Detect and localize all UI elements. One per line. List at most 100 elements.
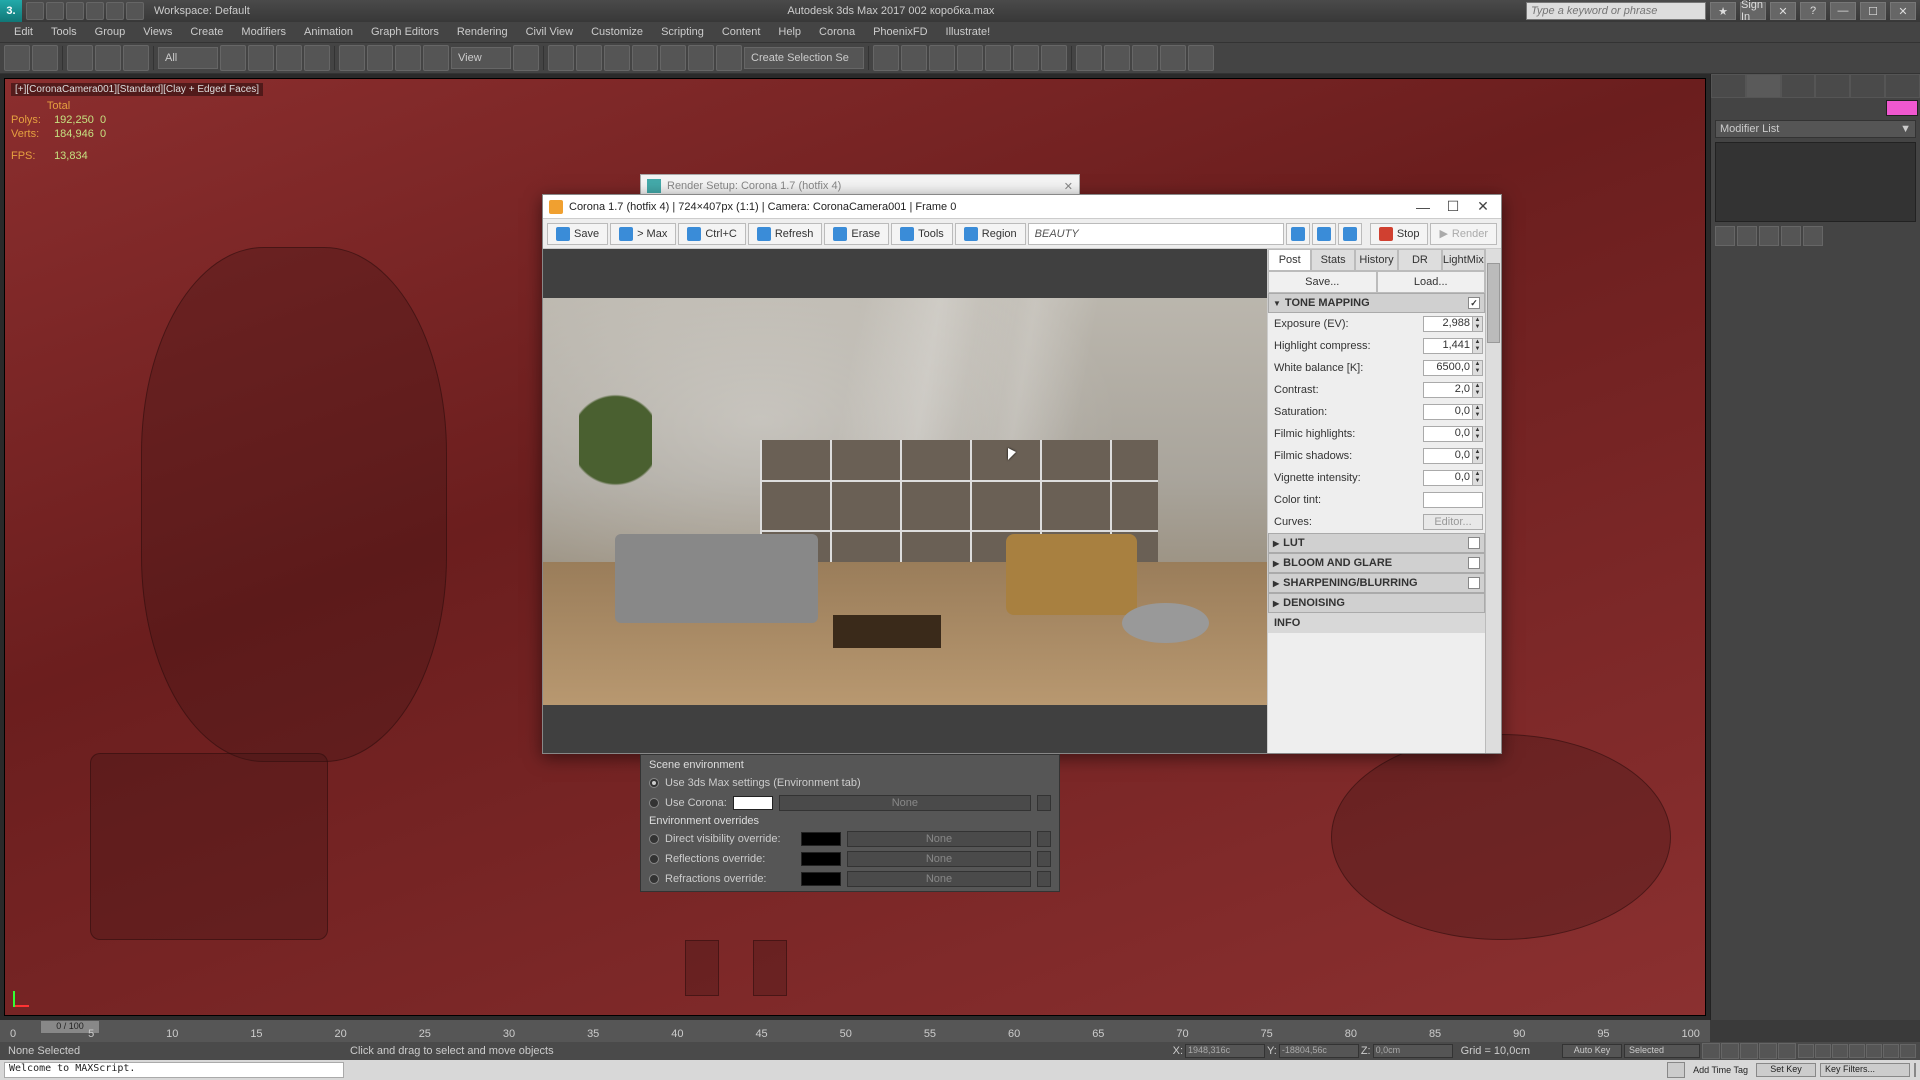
vfb-close-button[interactable]: ✕ [1471,198,1495,216]
menu-illustrate[interactable]: Illustrate! [938,24,999,40]
direct-vis-swatch[interactable] [801,832,841,846]
maxscript-listener[interactable]: Welcome to MAXScript. [4,1062,344,1078]
vfb-erase-button[interactable]: Erase [824,223,889,245]
direct-vis-dropdown[interactable] [1037,831,1051,847]
signin-button[interactable]: Sign In [1740,2,1766,20]
sharpening-checkbox[interactable] [1468,577,1480,589]
nav-pan-icon[interactable] [1798,1044,1814,1058]
next-frame-icon[interactable] [1759,1043,1777,1059]
vfb-titlebar[interactable]: Corona 1.7 (hotfix 4) | 724×407px (1:1) … [543,195,1501,219]
time-tag-icon[interactable] [1667,1062,1685,1078]
menu-create[interactable]: Create [182,24,231,40]
object-color-swatch[interactable] [1886,100,1918,116]
pivot-icon[interactable] [513,45,539,71]
hierarchy-tab[interactable] [1781,74,1816,98]
menu-corona[interactable]: Corona [811,24,863,40]
menu-content[interactable]: Content [714,24,769,40]
vfb-region-button[interactable]: Region [955,223,1026,245]
rotate-icon[interactable] [367,45,393,71]
nav-orbit-icon[interactable] [1883,1044,1899,1058]
undo-icon[interactable] [4,45,30,71]
create-tab[interactable] [1711,74,1746,98]
vfb-render-button[interactable]: ▶Render [1430,223,1497,245]
rendered-frame-icon[interactable] [1104,45,1130,71]
whitebalance-spinner[interactable]: 6500,0▲▼ [1423,360,1483,376]
menu-group[interactable]: Group [87,24,134,40]
select-rect-icon[interactable] [276,45,302,71]
pin-stack-icon[interactable] [1715,226,1735,246]
menu-phoenixfd[interactable]: PhoenixFD [865,24,935,40]
modifier-list-dropdown[interactable]: Modifier List▼ [1715,120,1916,138]
render-setup-icon[interactable] [1076,45,1102,71]
vfb-stop-button[interactable]: Stop [1370,223,1429,245]
refl-map[interactable]: None [847,851,1031,867]
move-icon[interactable] [339,45,365,71]
vfb-post-load-button[interactable]: Load... [1377,271,1486,293]
menu-civilview[interactable]: Civil View [518,24,581,40]
vfb-save-button[interactable]: Save [547,223,608,245]
spinner-snap-icon[interactable] [688,45,714,71]
close-button[interactable]: ✕ [1890,2,1916,20]
unlink-icon[interactable] [95,45,121,71]
menu-rendering[interactable]: Rendering [449,24,516,40]
refr-dropdown[interactable] [1037,871,1051,887]
corona-env-dropdown[interactable] [1037,795,1051,811]
menu-edit[interactable]: Edit [6,24,41,40]
menu-grapheditors[interactable]: Graph Editors [363,24,447,40]
redo-icon[interactable] [32,45,58,71]
nav-zoom-ext-icon[interactable] [1849,1044,1865,1058]
window-crossing-icon[interactable] [304,45,330,71]
corona-env-swatch[interactable] [733,796,773,810]
z-coord-field[interactable]: 0,0cm [1373,1044,1453,1058]
use-max-radio[interactable] [649,778,659,788]
tone-mapping-header[interactable]: ▼TONE MAPPING✓ [1268,293,1485,313]
bind-icon[interactable] [123,45,149,71]
prev-frame-icon[interactable] [1721,1043,1739,1059]
time-slider[interactable]: 0 / 100 05101520253035404550556065707580… [0,1020,1710,1042]
vfb-tab-history[interactable]: History [1355,249,1398,271]
keyfilters-button[interactable]: Key Filters... [1820,1063,1910,1077]
named-selection-dropdown[interactable]: Create Selection Se [744,47,864,69]
vfb-tab-post[interactable]: Post [1268,249,1311,271]
ribbon-icon[interactable] [957,45,983,71]
vfb-render-area[interactable] [543,249,1267,753]
workspace-dropdown[interactable]: Workspace: Default [148,5,256,17]
autokey-button[interactable]: Auto Key [1562,1044,1622,1058]
contrast-spinner[interactable]: 2,0▲▼ [1423,382,1483,398]
remove-modifier-icon[interactable] [1781,226,1801,246]
infocenter-icon[interactable]: ★ [1710,2,1736,20]
refr-check[interactable] [649,874,659,884]
corona-env-map[interactable]: None [779,795,1031,811]
qat-undo-icon[interactable] [86,2,104,20]
denoising-header[interactable]: ▶DENOISING [1268,593,1485,613]
vignette-spinner[interactable]: 0,0▲▼ [1423,470,1483,486]
a360-icon[interactable] [1188,45,1214,71]
refl-check[interactable] [649,854,659,864]
transform-type-icon[interactable] [1153,1043,1171,1059]
setkey-button[interactable]: Set Key [1756,1063,1816,1077]
help-icon[interactable]: ? [1800,2,1826,20]
goto-start-icon[interactable] [1702,1043,1720,1059]
menu-modifiers[interactable]: Modifiers [233,24,294,40]
show-end-result-icon[interactable] [1737,226,1757,246]
vfb-tab-lightmix[interactable]: LightMix [1442,249,1485,271]
scale-icon[interactable] [395,45,421,71]
snap-toggle-icon[interactable] [604,45,630,71]
render-cloud-icon[interactable] [1160,45,1186,71]
modifier-stack[interactable] [1715,142,1916,222]
vfb-scrollbar[interactable] [1485,249,1501,753]
align-icon[interactable] [901,45,927,71]
vfb-copy-button[interactable]: Ctrl+C [678,223,745,245]
nav2-7-icon[interactable] [1914,1075,1916,1077]
vfb-post-save-button[interactable]: Save... [1268,271,1377,293]
x-coord-field[interactable]: 1948,316c [1185,1044,1265,1058]
make-unique-icon[interactable] [1759,226,1779,246]
vfb-zoom-fit-icon[interactable] [1286,223,1310,245]
qat-new-icon[interactable] [26,2,44,20]
vfb-channel-dropdown[interactable]: BEAUTY [1028,223,1284,245]
select-name-icon[interactable] [248,45,274,71]
tone-mapping-checkbox[interactable]: ✓ [1468,297,1480,309]
menu-scripting[interactable]: Scripting [653,24,712,40]
select-object-icon[interactable] [220,45,246,71]
link-icon[interactable] [67,45,93,71]
